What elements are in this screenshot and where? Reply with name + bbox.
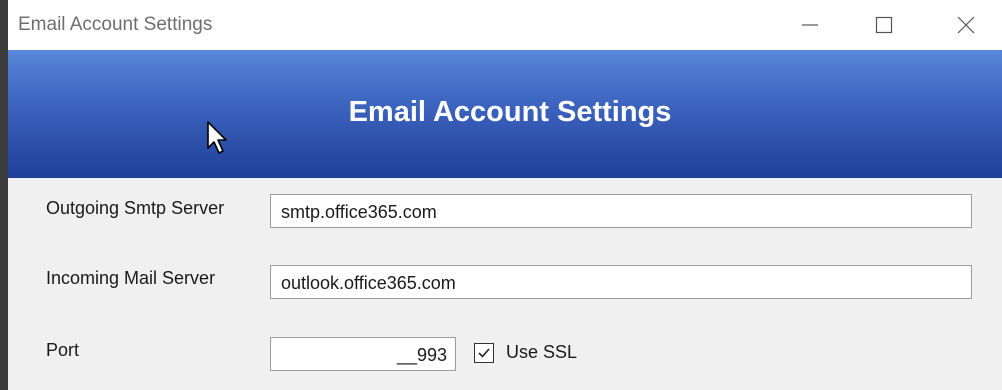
incoming-server-input[interactable]: outlook.office365.com [270,265,972,299]
close-button[interactable] [934,0,998,50]
window-edge [0,0,8,390]
header-banner: Email Account Settings [8,50,1002,178]
maximize-icon [875,16,893,34]
minimize-icon [801,16,819,34]
use-ssl-checkbox[interactable]: Use SSL [474,342,577,363]
title-bar[interactable]: Email Account Settings [8,0,1002,50]
smtp-server-input[interactable]: smtp.office365.com [270,194,972,228]
port-input[interactable]: __993 [270,337,456,371]
incoming-server-label: Incoming Mail Server [46,268,216,288]
mouse-cursor-icon [206,120,232,161]
email-settings-window: Email Account Settings Email Account Set… [0,0,1002,390]
minimize-button[interactable] [778,0,842,50]
window-title: Email Account Settings [18,14,213,35]
maximize-button[interactable] [852,0,916,50]
settings-form: Outgoing Smtp Server smtp.office365.com … [8,178,1002,390]
close-icon [957,16,975,34]
use-ssl-label: Use SSL [506,342,578,362]
banner-heading: Email Account Settings [348,96,672,128]
checkbox-check-icon [474,342,494,363]
smtp-server-label: Outgoing Smtp Server [46,198,225,218]
port-label: Port [46,340,80,360]
